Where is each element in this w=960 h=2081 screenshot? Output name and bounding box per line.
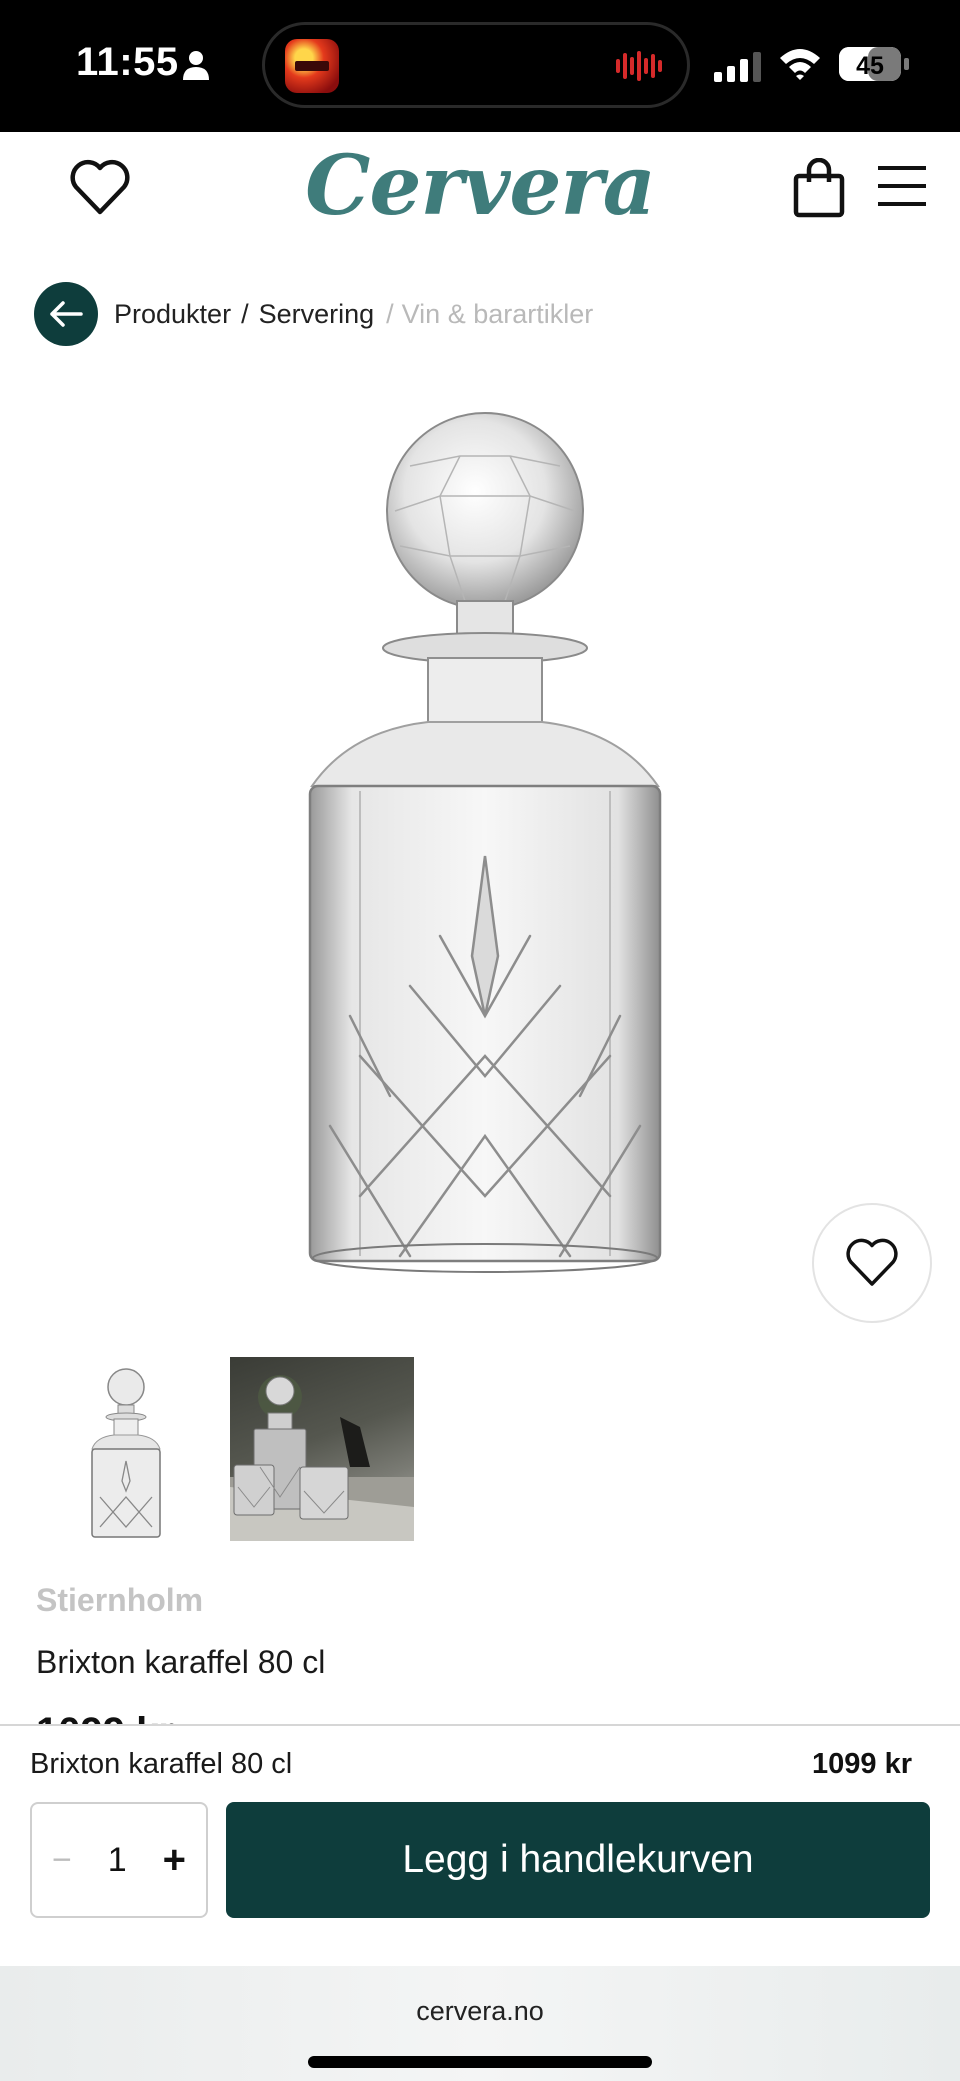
breadcrumb-item-servering[interactable]: Servering <box>259 299 375 330</box>
battery-icon: 45 <box>838 46 910 82</box>
product-price: 1099 kr <box>36 1702 196 1726</box>
breadcrumb-separator: / <box>241 298 249 329</box>
sticky-cart-bar: Brixton karaffel 80 cl 1099 kr − 1 + Leg… <box>0 1724 960 1966</box>
wifi-icon <box>780 49 820 80</box>
quantity-value[interactable]: 1 <box>108 1841 127 1880</box>
breadcrumb-separator: / <box>386 298 394 329</box>
arrow-left-icon <box>50 301 83 327</box>
dynamic-island[interactable] <box>262 22 690 108</box>
bag-icon[interactable] <box>792 158 846 218</box>
status-bar: 11:55 45 <box>0 0 960 132</box>
sticky-product-title: Brixton karaffel 80 cl <box>30 1748 293 1780</box>
status-time: 11:55 <box>76 40 179 84</box>
back-button[interactable] <box>34 282 98 346</box>
browser-url-bar[interactable]: cervera.no <box>0 1966 960 2081</box>
audio-wave-icon <box>616 51 662 81</box>
quantity-stepper: − 1 + <box>30 1802 208 1918</box>
quantity-increase-button[interactable]: + <box>163 1838 186 1883</box>
home-indicator[interactable] <box>308 2056 652 2068</box>
product-title: Brixton karaffel 80 cl <box>36 1644 326 1680</box>
quantity-decrease-button[interactable]: − <box>52 1841 72 1880</box>
thumbnail-1[interactable] <box>34 1357 218 1541</box>
sticky-product-price: 1099 kr <box>812 1748 912 1780</box>
decanter-thumbnail-image <box>91 1368 161 1538</box>
music-app-icon <box>285 39 339 93</box>
add-to-cart-button[interactable]: Legg i handlekurven <box>226 1802 930 1918</box>
site-header: Cervera <box>0 132 960 262</box>
heart-icon <box>846 1238 898 1286</box>
thumbnail-2[interactable] <box>230 1357 414 1541</box>
battery-level: 45 <box>856 52 884 80</box>
menu-icon[interactable] <box>876 162 928 210</box>
product-brand[interactable]: Stiernholm <box>36 1582 203 1619</box>
breadcrumb-item-current: Vin & barartikler <box>401 298 594 329</box>
favorite-button[interactable] <box>812 1203 932 1323</box>
lifestyle-thumbnail-image <box>230 1375 414 1541</box>
product-image[interactable] <box>290 396 680 1296</box>
signal-icon <box>714 52 761 82</box>
person-icon <box>183 51 209 80</box>
url-text[interactable]: cervera.no <box>0 1996 960 2027</box>
breadcrumb: Produkter / Servering / Vin & barartikle… <box>34 282 593 346</box>
breadcrumb-item-produkter[interactable]: Produkter <box>114 299 231 330</box>
